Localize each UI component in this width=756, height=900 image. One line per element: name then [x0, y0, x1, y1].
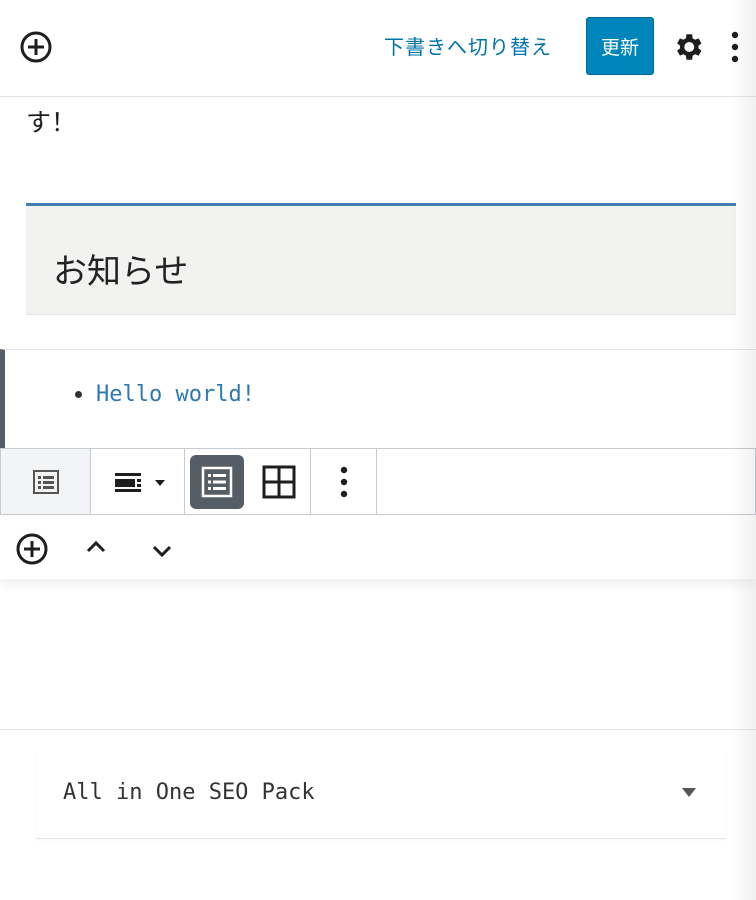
alignment-dropdown[interactable]	[91, 449, 185, 514]
caret-down-icon[interactable]	[682, 788, 696, 797]
grid-view-button[interactable]	[252, 455, 306, 509]
block-more-options[interactable]	[311, 449, 377, 514]
list-view-button[interactable]	[189, 454, 244, 509]
heading-block[interactable]: お知らせ	[26, 203, 736, 315]
view-switcher	[185, 449, 311, 514]
latest-posts-block[interactable]: Hello world!	[0, 349, 756, 449]
chevron-down-icon[interactable]	[144, 533, 180, 569]
block-toolbar	[0, 448, 756, 515]
more-options-icon[interactable]	[720, 26, 750, 68]
switch-to-draft-link[interactable]: 下書きへ切り替え	[384, 30, 552, 64]
post-link[interactable]: Hello world!	[96, 382, 255, 407]
seo-meta-box-toggle[interactable]: All in One SEO Pack	[36, 752, 726, 839]
align-wide-icon	[114, 472, 165, 492]
add-block-icon[interactable]	[16, 29, 56, 65]
heading-text[interactable]: お知らせ	[53, 244, 188, 293]
meta-box-title: All in One SEO Pack	[63, 780, 315, 805]
update-button[interactable]: 更新	[586, 17, 654, 75]
meta-divider	[0, 729, 756, 730]
paragraph-text[interactable]: す！	[26, 103, 76, 139]
block-mover-row	[0, 515, 756, 579]
block-type-button[interactable]	[1, 449, 91, 514]
list-view-icon	[201, 466, 232, 497]
bullet-icon	[75, 391, 82, 398]
grid-view-icon	[262, 465, 295, 498]
gear-icon[interactable]	[668, 28, 708, 66]
chevron-up-icon[interactable]	[78, 529, 114, 565]
editor-top-toolbar: 下書きへ切り替え 更新	[0, 0, 756, 97]
latest-posts-icon	[32, 469, 59, 494]
list-item: Hello world!	[75, 382, 255, 407]
vertical-ellipsis-icon	[340, 466, 347, 497]
add-block-below-icon[interactable]	[12, 531, 52, 567]
